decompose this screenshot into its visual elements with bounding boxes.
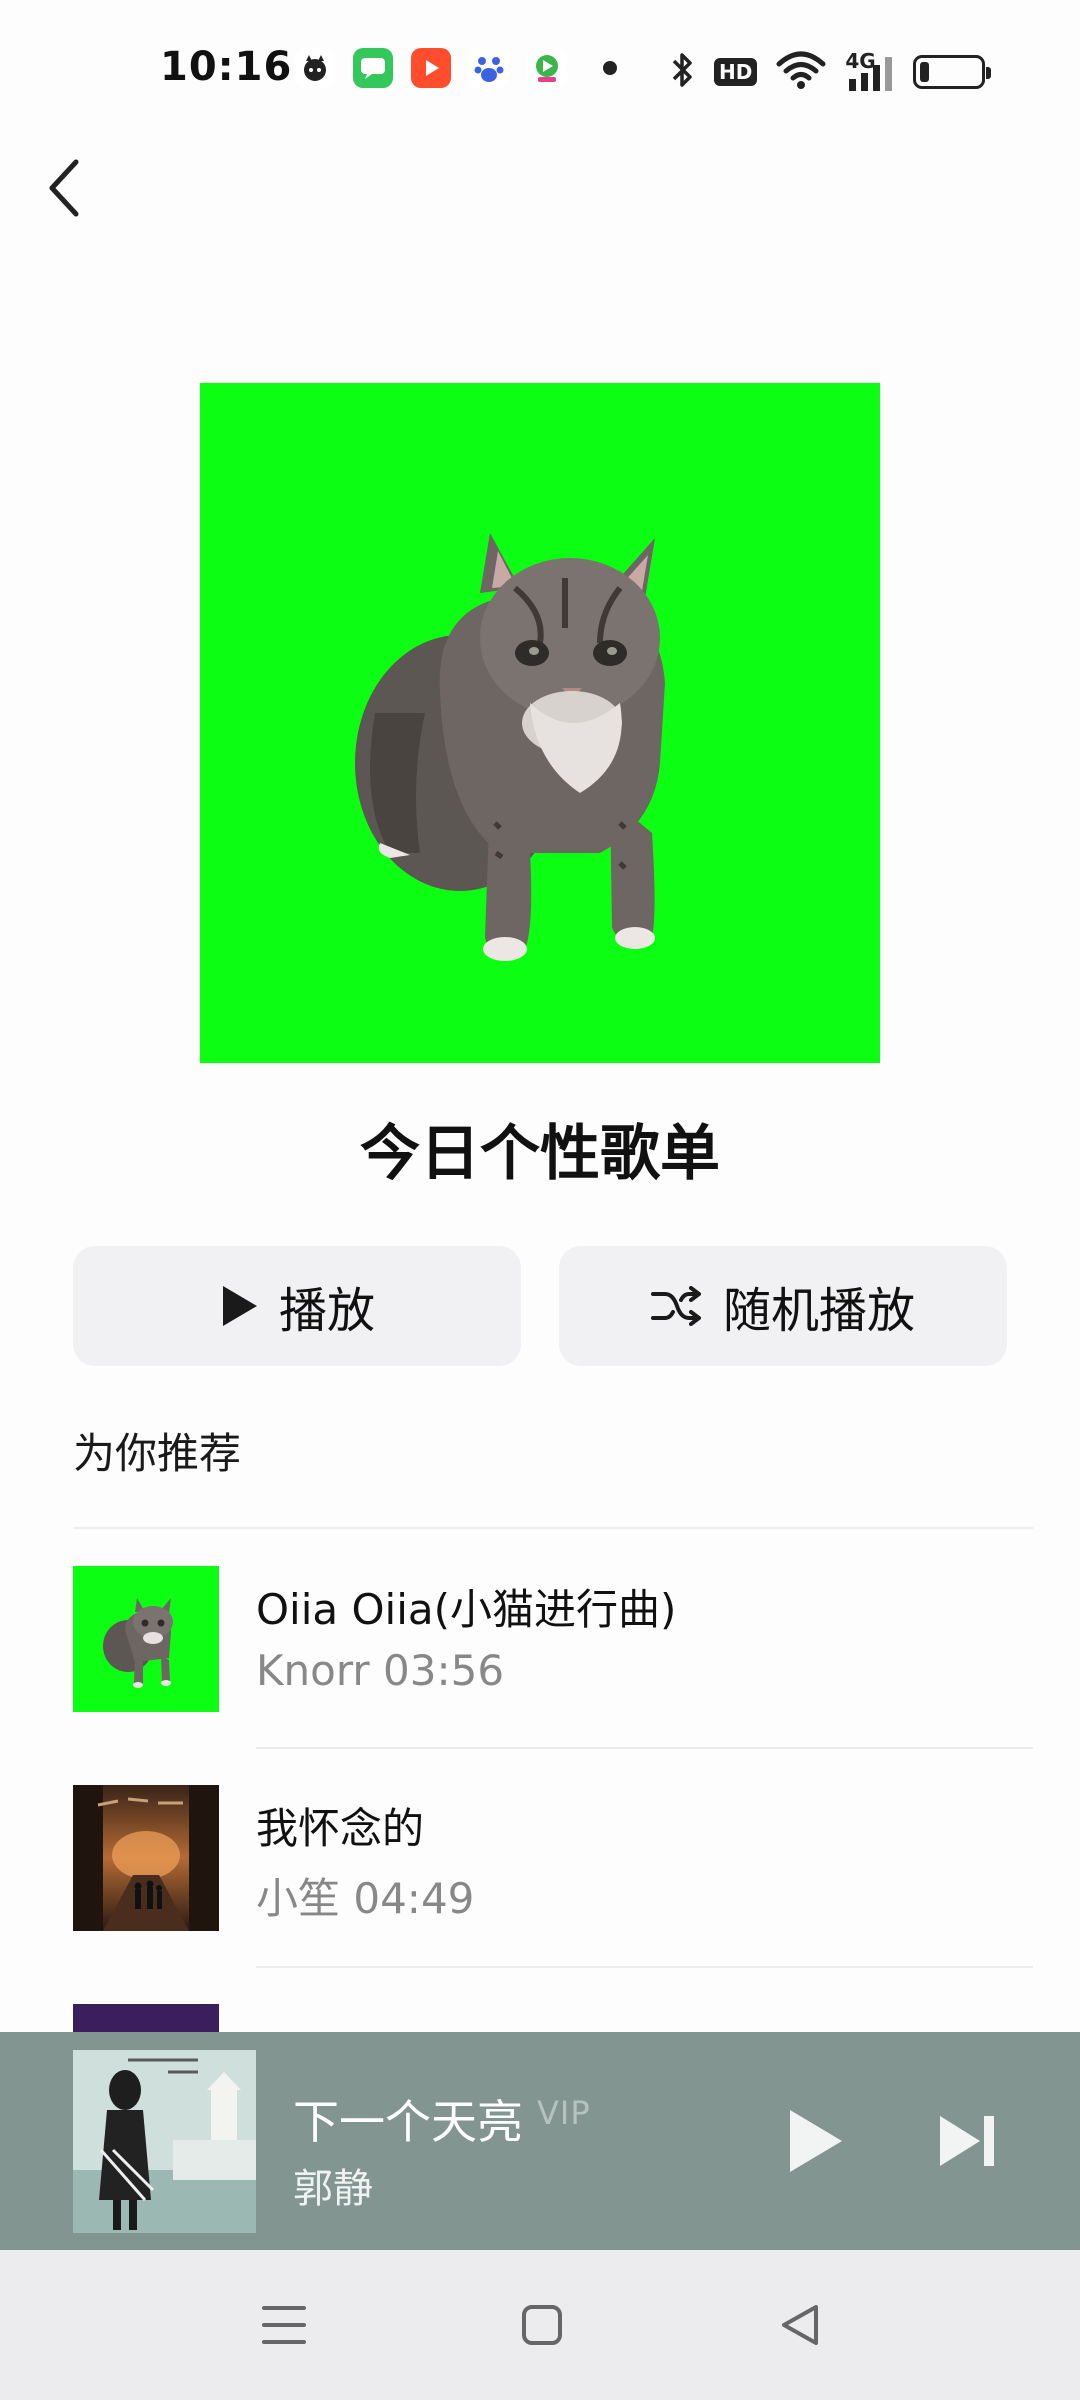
system-back-button[interactable]	[770, 2295, 830, 2355]
cat-image	[355, 533, 665, 961]
video-app-icon	[411, 48, 451, 88]
system-nav-bar	[0, 2250, 1080, 2400]
section-title: 为你推荐	[73, 1429, 242, 1478]
mini-player-title: 下一个天亮	[293, 2095, 523, 2149]
playlist-title: 今日个性歌单	[360, 1119, 720, 1189]
song-thumbnail	[73, 1785, 219, 1931]
shuffle-button-label: 随机播放	[722, 1283, 915, 1339]
hd-icon: HD	[714, 58, 758, 86]
cat-app-icon	[295, 48, 335, 88]
mini-player[interactable]: 下一个天亮 VIP 郭静	[0, 2032, 1080, 2250]
play-icon	[790, 2110, 842, 2172]
mini-player-cover	[73, 2050, 256, 2233]
wifi-icon	[775, 50, 827, 94]
menu-icon	[262, 2306, 306, 2344]
signal-icon: 4G	[845, 51, 895, 93]
song-artist-duration: Knorr 03:56	[256, 1646, 505, 1695]
system-icons: HD 4G	[670, 50, 992, 94]
screen: 10:16 HD 4G 今日个性歌单 播放 随机播放 为你推荐 Oiia Oii…	[0, 0, 1080, 2400]
song-title: Oiia Oiia(小猫进行曲)	[256, 1585, 677, 1634]
mini-player-artist: 郭静	[293, 2166, 373, 2212]
play-button-label: 播放	[278, 1283, 375, 1339]
playlist-cover	[200, 383, 880, 1063]
back-button[interactable]	[34, 150, 94, 226]
play-button[interactable]: 播放	[73, 1246, 521, 1366]
shuffle-button[interactable]: 随机播放	[559, 1246, 1007, 1366]
song-thumbnail	[73, 1566, 219, 1712]
song-artist-duration: 小笙 04:49	[256, 1874, 475, 1923]
shuffle-icon	[650, 1286, 701, 1326]
song-item[interactable]: Oiia Oiia(小猫进行曲) Knorr 03:56	[73, 1566, 1033, 1712]
song-thumbnail	[73, 2004, 219, 2032]
cat-thumbnail-image	[103, 1598, 173, 1688]
notification-icons	[295, 48, 617, 88]
bluetooth-icon	[670, 50, 696, 94]
song-title: 我怀念的	[256, 1804, 425, 1853]
next-track-button[interactable]	[934, 2112, 1002, 2170]
message-icon	[353, 48, 393, 88]
more-notifications-dot	[603, 61, 617, 75]
skip-next-icon	[940, 2116, 994, 2166]
chevron-left-icon	[49, 159, 79, 217]
vip-badge: VIP	[537, 2094, 591, 2132]
home-button[interactable]	[512, 2295, 572, 2355]
home-icon	[522, 2305, 562, 2345]
divider	[73, 1527, 1033, 1529]
play-icon	[222, 1286, 257, 1326]
mini-play-button[interactable]	[776, 2106, 856, 2176]
back-triangle-icon	[782, 2305, 818, 2345]
recent-apps-button[interactable]	[254, 2295, 314, 2355]
battery-icon	[913, 55, 992, 89]
divider	[256, 1966, 1033, 1968]
album-art-image	[73, 2050, 256, 2233]
battery-fill	[920, 62, 930, 82]
album-art-image	[73, 1785, 219, 1931]
status-bar: 10:16 HD 4G	[0, 0, 1080, 130]
song-item[interactable]: 我怀念的 小笙 04:49	[73, 1785, 1033, 1931]
baidu-icon	[469, 48, 509, 88]
divider	[256, 1747, 1033, 1749]
status-time: 10:16	[160, 44, 293, 90]
media-app-icon	[527, 48, 567, 88]
